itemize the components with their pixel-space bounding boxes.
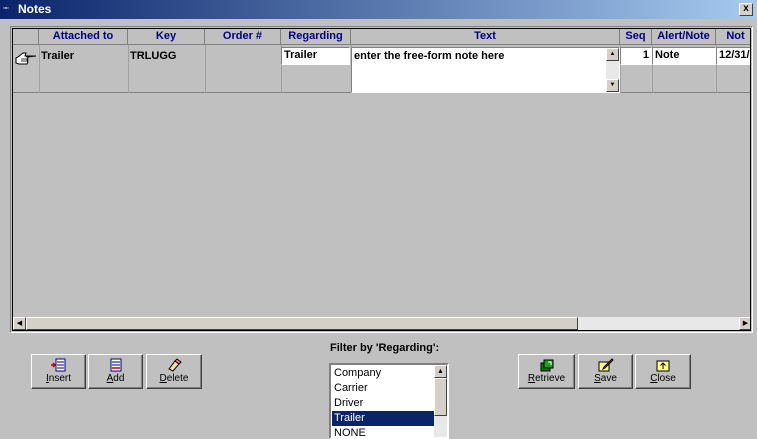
scroll-up-arrow-icon[interactable]: ▲ [434,365,447,378]
grid-divider [128,45,129,93]
header-order-number[interactable]: Order # [205,29,281,45]
header-text[interactable]: Text [351,29,620,45]
retrieve-button[interactable]: Retrieve [518,354,575,389]
header-alert-note[interactable]: Alert/Note [652,29,716,45]
scroll-right-arrow-icon[interactable]: ▶ [739,317,750,330]
title-bar: ▫▫▫ Notes x [0,0,757,19]
save-pencil-icon [598,358,614,372]
scroll-left-arrow-icon[interactable]: ◀ [13,317,26,330]
scroll-down-arrow-icon[interactable]: ▼ [606,79,619,92]
retrieve-icon [540,359,553,372]
close-window-button[interactable]: x [739,3,753,16]
insert-button[interactable]: Insert [31,354,86,389]
filter-label: Filter by 'Regarding': [330,342,440,354]
filter-list-scrollbar[interactable]: ▲ [434,365,447,437]
save-button[interactable]: Save [578,354,633,389]
insert-button-label: Insert [45,373,71,384]
note-text-scrollbar[interactable]: ▲ ▼ [606,48,619,92]
header-attached-to[interactable]: Attached to [39,29,128,45]
filter-option-none[interactable]: NONE [332,426,436,437]
save-button-label: Save [594,373,617,384]
regarding-filter-list[interactable]: Company Carrier Driver Trailer NONE ▲ [329,363,449,439]
delete-button[interactable]: Delete [146,354,202,389]
delete-button-label: Delete [159,373,189,384]
scroll-thumb[interactable] [26,317,578,330]
cell-key[interactable]: TRLUGG [130,50,176,62]
alert-note-field[interactable]: Note [652,47,716,65]
grid-divider [205,45,206,93]
header-regarding[interactable]: Regarding [281,29,351,45]
header-key[interactable]: Key [128,29,205,45]
filter-option-trailer[interactable]: Trailer [332,411,436,426]
notes-app-icon: ▫▫▫ [3,5,8,12]
filter-option-company[interactable]: Company [332,366,436,381]
note-text-value: enter the free-form note here [354,50,505,62]
pointing-hand-icon [15,52,37,65]
filter-scroll-thumb[interactable] [434,378,447,416]
add-button-label: Add [106,373,125,384]
not-field[interactable]: 12/31/ [716,47,750,65]
retrieve-button-label: Retrieve [527,373,566,384]
close-folder-icon [656,360,670,372]
cell-attached-to[interactable]: Trailer [41,50,74,62]
header-not[interactable]: Not [716,29,750,45]
notes-grid: Attached to Key Order # Regarding Text S… [10,26,753,333]
window-title: Notes [18,2,52,16]
horizontal-scrollbar[interactable]: ◀ ▶ [13,317,750,330]
filter-option-carrier[interactable]: Carrier [332,381,436,396]
insert-row-icon [50,358,65,372]
scroll-up-arrow-icon[interactable]: ▲ [606,48,619,61]
regarding-field[interactable]: Trailer [281,47,350,65]
close-button[interactable]: Close [635,354,691,389]
add-button[interactable]: Add [88,354,143,389]
header-seq[interactable]: Seq [620,29,652,45]
eraser-icon [168,358,182,372]
close-button-label: Close [650,373,676,384]
seq-field[interactable]: 1 [620,47,652,65]
note-text-field[interactable]: enter the free-form note here ▲ ▼ [351,47,620,93]
grid-divider [39,45,40,93]
add-row-icon [110,358,121,372]
header-row-indicator [13,29,39,45]
filter-option-driver[interactable]: Driver [332,396,436,411]
